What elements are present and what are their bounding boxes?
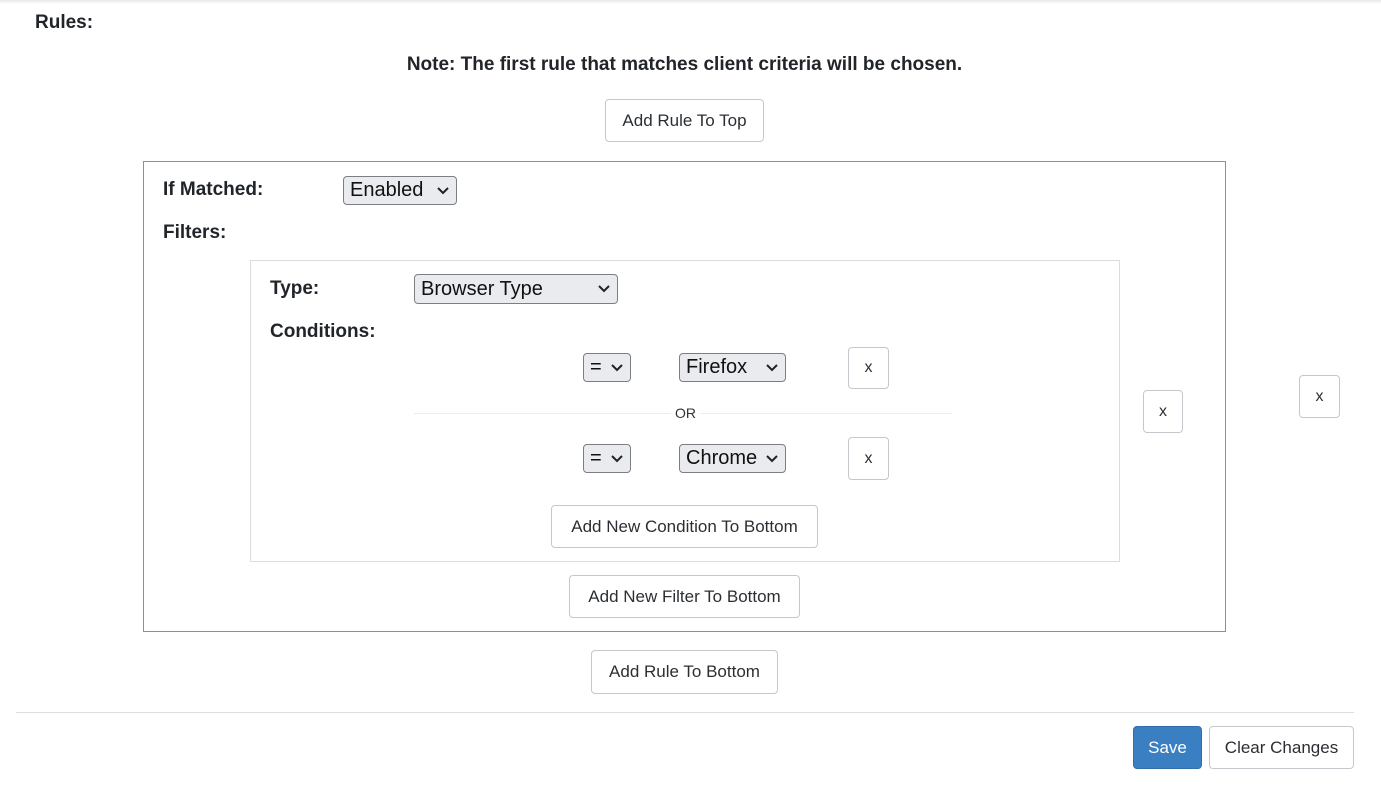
chevron-down-icon xyxy=(436,184,450,198)
filter-type-label: Type: xyxy=(270,278,320,299)
conditions-label: Conditions: xyxy=(270,321,376,342)
chevron-down-icon xyxy=(597,282,611,296)
remove-condition-button[interactable]: x xyxy=(848,347,889,389)
filter-type-value: Browser Type xyxy=(421,277,543,300)
add-filter-button[interactable]: Add New Filter To Bottom xyxy=(569,575,800,618)
footer-divider xyxy=(16,712,1354,713)
filter-type-select[interactable]: Browser Type xyxy=(414,274,618,304)
if-matched-label: If Matched: xyxy=(163,179,264,200)
add-rule-to-top-button[interactable]: Add Rule To Top xyxy=(605,99,764,142)
filters-label: Filters: xyxy=(163,222,227,243)
save-button[interactable]: Save xyxy=(1133,726,1202,769)
rules-heading: Rules: xyxy=(35,12,94,33)
top-shadow xyxy=(0,0,1381,4)
chevron-down-icon xyxy=(610,452,624,466)
condition-value-select[interactable]: Firefox xyxy=(679,353,786,382)
if-matched-value: Enabled xyxy=(350,179,424,201)
clear-changes-button[interactable]: Clear Changes xyxy=(1209,726,1354,769)
condition-operator-select[interactable]: = xyxy=(583,353,631,382)
add-rule-to-bottom-button[interactable]: Add Rule To Bottom xyxy=(591,650,778,694)
remove-condition-button[interactable]: x xyxy=(848,437,889,480)
remove-rule-button[interactable]: x xyxy=(1299,375,1340,418)
condition-operator-select[interactable]: = xyxy=(583,444,631,473)
condition-value: Firefox xyxy=(686,356,748,378)
if-matched-select[interactable]: Enabled xyxy=(343,176,457,205)
condition-value-select[interactable]: Chrome xyxy=(679,444,786,473)
rules-note: Note: The first rule that matches client… xyxy=(406,54,963,75)
chevron-down-icon xyxy=(765,452,779,466)
chevron-down-icon xyxy=(610,361,624,375)
remove-filter-button[interactable]: x xyxy=(1143,390,1183,433)
condition-value: Chrome xyxy=(686,447,758,469)
add-condition-button[interactable]: Add New Condition To Bottom xyxy=(551,505,818,548)
condition-operator-value: = xyxy=(590,447,602,469)
chevron-down-icon xyxy=(765,361,779,375)
or-label: OR xyxy=(671,405,700,421)
condition-operator-value: = xyxy=(590,356,602,378)
